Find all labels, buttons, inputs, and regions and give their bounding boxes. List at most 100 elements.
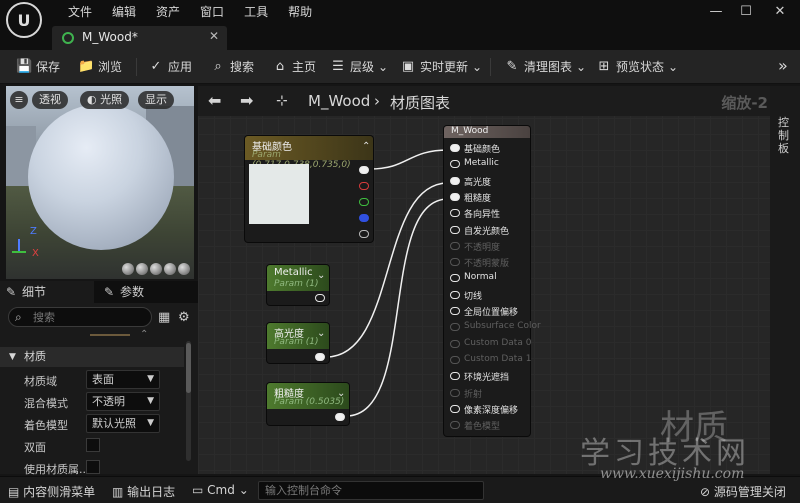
two-sided-checkbox[interactable]: [86, 438, 100, 452]
close-tab-icon[interactable]: ✕: [209, 29, 219, 43]
input-pin[interactable]: [450, 176, 460, 185]
output-pin-g[interactable]: [359, 198, 369, 206]
grid-view-icon[interactable]: ▦: [158, 310, 170, 325]
blend-mode-dropdown[interactable]: 不透明 ▼: [86, 392, 160, 411]
output-log-button[interactable]: ▥ 输出日志: [112, 483, 175, 500]
search-button[interactable]: ⌕ 搜索: [210, 58, 254, 75]
collapse-node-icon[interactable]: ⌄: [317, 270, 325, 281]
tab-parameters[interactable]: ✎ 参数: [98, 281, 194, 303]
palette-tab[interactable]: 控制板: [778, 116, 792, 155]
source-control-button[interactable]: ⊘ 源码管理关闭: [700, 483, 786, 500]
menu-assets[interactable]: 资产: [146, 4, 190, 20]
console-command-field[interactable]: [258, 481, 484, 500]
details-search-input[interactable]: [33, 310, 143, 324]
input-pin[interactable]: [450, 225, 460, 234]
input-pin[interactable]: [450, 160, 460, 169]
hierarchy-dropdown[interactable]: ☰ 层级 ⌄: [330, 58, 388, 75]
pencil-icon: ✎: [104, 285, 115, 299]
input-pin[interactable]: [450, 404, 460, 413]
preview-cube-icon[interactable]: [164, 263, 176, 275]
base-color-node[interactable]: 基础颜色 Param (0.717,0.738,0.735,0) ⌃: [245, 136, 373, 242]
clean-graph-dropdown[interactable]: ✎ 清理图表 ⌄: [504, 58, 587, 75]
settings-gear-icon[interactable]: ⚙: [178, 310, 190, 325]
use-material-attributes-checkbox[interactable]: [86, 460, 100, 474]
details-panel-tabs: ✎ 细节 ✎ 参数: [0, 281, 198, 303]
roughness-node[interactable]: 粗糙度 Param (0.5035) ⌄: [267, 383, 349, 425]
preview-mesh-icon[interactable]: [178, 263, 190, 275]
browse-button[interactable]: 📁 浏览: [78, 58, 122, 75]
lit-button[interactable]: ◐ 光照: [80, 91, 130, 109]
tab-details[interactable]: ✎ 细节: [0, 281, 94, 303]
output-pin[interactable]: [335, 413, 345, 421]
input-pin[interactable]: [450, 258, 460, 267]
tab-details-label: 细节: [22, 285, 47, 299]
output-pin-a[interactable]: [359, 230, 369, 238]
input-pin[interactable]: [450, 355, 460, 364]
menu-tools[interactable]: 工具: [234, 4, 278, 20]
apply-button[interactable]: ✓ 应用: [148, 58, 192, 75]
unreal-logo-icon[interactable]: U: [6, 2, 42, 38]
cmd-dropdown[interactable]: ▭ Cmd ⌄: [192, 483, 249, 497]
save-button[interactable]: 💾 保存: [16, 58, 60, 75]
input-label: Custom Data 0: [464, 337, 532, 348]
toolbar-overflow-button[interactable]: »: [778, 56, 788, 75]
preview-cylinder-icon[interactable]: [122, 263, 134, 275]
cmd-label: Cmd: [207, 483, 235, 497]
input-pin[interactable]: [450, 192, 460, 201]
input-pin[interactable]: [450, 307, 460, 315]
input-pin[interactable]: [450, 209, 460, 218]
input-pin[interactable]: [450, 144, 460, 152]
input-pin[interactable]: [450, 241, 460, 250]
dropdown-value: 不透明: [92, 395, 125, 408]
menu-help[interactable]: 帮助: [278, 4, 322, 20]
terminal-icon: ▭: [192, 483, 204, 497]
live-update-dropdown[interactable]: ▣ 实时更新 ⌄: [400, 58, 482, 75]
details-search[interactable]: ⌕: [8, 307, 152, 327]
input-label: 切线: [464, 291, 483, 302]
tab-m-wood[interactable]: M_Wood* ✕: [52, 26, 227, 50]
output-pin-rgb[interactable]: [359, 166, 369, 174]
preview-state-dropdown[interactable]: ⊞ 预览状态 ⌄: [596, 58, 679, 75]
perspective-button[interactable]: 透视: [32, 91, 68, 109]
output-pin[interactable]: [315, 294, 325, 302]
material-domain-dropdown[interactable]: 表面 ▼: [86, 370, 160, 389]
home-button[interactable]: ⌂ 主页: [272, 58, 316, 75]
input-pin[interactable]: [450, 372, 460, 381]
menu-window[interactable]: 窗口: [190, 4, 234, 20]
input-pin[interactable]: [450, 339, 460, 348]
content-drawer-button[interactable]: ▤ 内容侧滑菜单: [8, 483, 95, 500]
minimize-button[interactable]: —: [706, 4, 726, 19]
output-pin-b[interactable]: [359, 214, 369, 222]
maximize-button[interactable]: ☐: [736, 4, 756, 19]
close-window-button[interactable]: ✕: [770, 4, 790, 19]
viewport-menu-icon[interactable]: ≡: [10, 91, 28, 109]
specular-node[interactable]: 高光度 Param (1) ⌄: [267, 323, 329, 363]
collapse-icon[interactable]: ⌃: [140, 329, 148, 340]
input-label: 着色模型: [464, 422, 501, 433]
menu-edit[interactable]: 编辑: [102, 4, 146, 20]
prop-label: 材质域: [24, 375, 57, 388]
details-scrollbar-thumb[interactable]: [186, 343, 191, 393]
input-pin[interactable]: [450, 421, 460, 430]
input-label: 像素深度偏移: [464, 405, 519, 416]
material-section-header[interactable]: ▼ 材质: [0, 347, 184, 367]
shading-model-dropdown[interactable]: 默认光照 ▼: [86, 414, 160, 433]
input-pin[interactable]: [450, 274, 460, 283]
collapse-node-icon[interactable]: ⌃: [362, 141, 370, 152]
material-output-node[interactable]: M_Wood 基础颜色 Metallic 高光度 粗糙度 各向异性 自发光颜色 不透明度 不透…: [444, 126, 541, 436]
collapse-node-icon[interactable]: ⌄: [337, 388, 345, 399]
input-pin[interactable]: [450, 323, 460, 332]
preview-shape-buttons: [122, 263, 190, 275]
input-pin[interactable]: [450, 290, 460, 299]
preview-sphere-icon[interactable]: [136, 263, 148, 275]
metallic-node[interactable]: Metallic Param (1) ⌄: [267, 265, 329, 305]
input-pin[interactable]: [450, 388, 460, 397]
material-preview-viewport[interactable]: ≡ 透视 ◐ 光照 显示 Z X: [6, 86, 194, 279]
menu-file[interactable]: 文件: [58, 4, 102, 20]
output-pin-r[interactable]: [359, 182, 369, 190]
output-pin[interactable]: [315, 353, 325, 361]
preview-plane-icon[interactable]: [150, 263, 162, 275]
show-button[interactable]: 显示: [138, 91, 174, 109]
collapse-node-icon[interactable]: ⌄: [317, 328, 325, 339]
console-input[interactable]: [265, 484, 475, 497]
